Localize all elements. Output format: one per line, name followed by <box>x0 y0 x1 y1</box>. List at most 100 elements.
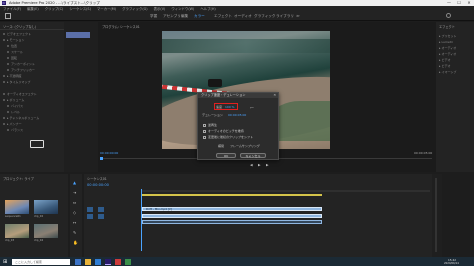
track-select-icon[interactable]: ⇥ <box>73 190 76 195</box>
workspace-effects[interactable]: エフェクト <box>214 14 232 19</box>
effect-row[interactable]: ▸ チャンネルボリューム <box>3 116 39 120</box>
workspace-graphics[interactable]: グラフィック <box>254 14 276 19</box>
speed-duration-dialog: クリップ速度・デュレーション ✕ 速度 100 % ⌐ デュレーション 00:0… <box>197 92 279 160</box>
duration-label: デュレーション <box>202 113 223 117</box>
clip-thumbnail[interactable] <box>34 224 58 238</box>
race-car <box>208 79 222 87</box>
effect-clip-bar[interactable] <box>66 32 90 38</box>
premiere-taskbar-icon[interactable] <box>105 258 111 265</box>
program-panel-tab[interactable]: プログラム: シーケンス01 <box>102 24 140 29</box>
audio-meter-bar <box>435 178 437 252</box>
razor-tool-icon[interactable]: ◇ <box>73 210 76 215</box>
workspace-assembly[interactable]: アセンブリ <box>163 14 181 19</box>
home-icon[interactable] <box>5 13 11 19</box>
clock-date[interactable]: 2020/06/14 <box>444 262 459 265</box>
ok-button[interactable]: OK <box>216 153 236 158</box>
edge-browser-icon[interactable] <box>95 258 101 265</box>
ripple-edit-icon[interactable]: ⇔ <box>73 200 76 205</box>
selection-tool-icon[interactable]: ▲ <box>73 180 76 185</box>
clip-name: clip_04 <box>34 239 44 242</box>
search-icon[interactable] <box>446 13 451 18</box>
effects-folder[interactable]: ▸ オーディオ <box>439 52 456 56</box>
timeline-tab[interactable]: シーケンス01 <box>87 176 107 181</box>
effects-panel: エフェクト ▸ プリセット ▸ Lumetri ▸ オーディオ ▸ オーディオ … <box>436 22 474 172</box>
app-taskbar-icon[interactable] <box>125 258 131 265</box>
pitch-checkbox[interactable] <box>203 130 206 133</box>
work-area-bar[interactable] <box>142 194 322 196</box>
app-taskbar-icon[interactable] <box>115 258 121 265</box>
hand-tool-icon[interactable]: ✋ <box>73 240 78 245</box>
interpolation-dropdown[interactable]: フレームサンプリング <box>230 144 260 148</box>
effect-row[interactable]: ビデオエフェクト <box>3 32 31 36</box>
workspace-editing[interactable]: 編集 <box>181 14 188 19</box>
file-explorer-icon[interactable] <box>85 258 91 265</box>
effect-row[interactable]: レベル <box>7 110 20 114</box>
effects-folder[interactable]: ▸ プリセット <box>439 34 456 38</box>
grandstand <box>162 39 330 53</box>
effect-row[interactable]: ▸ 不透明度 <box>3 74 21 78</box>
program-timecode[interactable]: 00:00:00:00 <box>100 151 118 155</box>
clip-thumbnail[interactable] <box>5 200 29 214</box>
link-icon[interactable]: ⌐ <box>250 105 254 111</box>
project-panel-tab[interactable]: プロジェクト: ライブ <box>3 176 34 181</box>
playhead-marker[interactable] <box>100 157 103 160</box>
workspace-bar: 学習 アセンブリ 編集 カラー エフェクト オーディオ グラフィック ライブラリ… <box>0 11 474 21</box>
video-clip-label: Drift - Mix.mp4 [V] <box>146 207 172 211</box>
workspace-more[interactable]: ≫ <box>296 14 300 18</box>
tools-panel: ▲ ⇥ ⇔ ◇ ↔ ✎ ✋ <box>70 174 82 257</box>
audio-clip[interactable] <box>142 214 322 218</box>
effect-row[interactable]: スケール <box>7 50 23 54</box>
effect-row[interactable]: バイパス <box>7 104 23 108</box>
effects-folder[interactable]: ▸ イマーシブ <box>439 70 456 74</box>
clip-name: sequence01 <box>5 215 21 218</box>
effect-row[interactable]: 位置 <box>7 44 17 48</box>
timeline-ruler[interactable] <box>142 190 430 192</box>
effect-row[interactable]: バランス <box>7 128 23 132</box>
step-forward-icon[interactable]: ▶ <box>266 163 269 167</box>
ripple-checkbox[interactable] <box>203 136 206 139</box>
slip-tool-icon[interactable]: ↔ <box>73 220 76 225</box>
effect-row[interactable]: ▸ ボリューム <box>3 98 24 102</box>
task-view-icon[interactable] <box>75 258 81 265</box>
clip-thumbnail[interactable] <box>34 200 58 214</box>
windows-start-icon[interactable]: ⊞ <box>3 259 9 265</box>
step-back-icon[interactable]: ◀ <box>250 163 253 167</box>
effects-folder[interactable]: ▸ ビデオ <box>439 58 450 62</box>
pitch-label: オーディオのピッチを維持 <box>208 129 244 133</box>
effects-folder[interactable]: ▸ オーディオ <box>439 46 456 50</box>
effect-row[interactable]: ▸ モーション <box>3 38 24 42</box>
effect-row[interactable]: オーディオエフェクト <box>3 92 37 96</box>
effect-row[interactable]: アンカーポイント <box>7 62 35 66</box>
source-patch-v1[interactable] <box>98 207 104 212</box>
track-target-a1[interactable] <box>87 214 93 219</box>
reverse-checkbox[interactable] <box>203 124 206 127</box>
transport-controls: ◀ ▶ ▶ <box>250 163 280 167</box>
timeline-timecode[interactable]: 00:00:00:00 <box>87 183 109 187</box>
pen-tool-icon[interactable]: ✎ <box>73 230 76 235</box>
workspace-libraries[interactable]: ライブラリ <box>276 14 294 19</box>
effect-row[interactable]: ▸ タイムリマップ <box>3 80 30 84</box>
premiere-app-icon: Pr <box>2 1 6 5</box>
taskbar-search-input[interactable]: ここに入力して検索 <box>12 258 70 265</box>
audio-clip-2[interactable] <box>142 220 322 224</box>
duration-input[interactable]: 00:00:05:00 <box>228 113 246 117</box>
effect-row[interactable]: ▸ パンナー <box>3 122 22 126</box>
clip-name: clip_03 <box>5 239 15 242</box>
source-patch-a1[interactable] <box>98 214 104 219</box>
ripple-label: 変更後に後続のクリップをシフト <box>208 135 254 139</box>
track-target-v1[interactable] <box>87 207 93 212</box>
workspace-color[interactable]: カラー <box>194 14 205 19</box>
project-panel: プロジェクト: ライブ sequence01 clip_02 clip_03 c… <box>0 174 68 257</box>
cancel-button[interactable]: キャンセル <box>240 153 266 158</box>
workspace-audio[interactable]: オーディオ <box>234 14 252 19</box>
play-icon[interactable]: ▶ <box>258 163 261 167</box>
clip-thumbnail[interactable] <box>5 224 29 238</box>
effects-folder[interactable]: ▸ Lumetri <box>439 40 453 44</box>
workspace-learning[interactable]: 学習 <box>150 14 157 19</box>
effects-folder[interactable]: ▸ ビデオ <box>439 64 450 68</box>
dialog-close-button[interactable]: ✕ <box>273 93 276 98</box>
effects-panel-tab[interactable]: エフェクト <box>439 24 455 29</box>
effect-row[interactable]: 回転 <box>7 56 17 60</box>
effect-row[interactable]: アンチフリッカー <box>7 68 35 72</box>
clip-name: clip_02 <box>34 215 44 218</box>
